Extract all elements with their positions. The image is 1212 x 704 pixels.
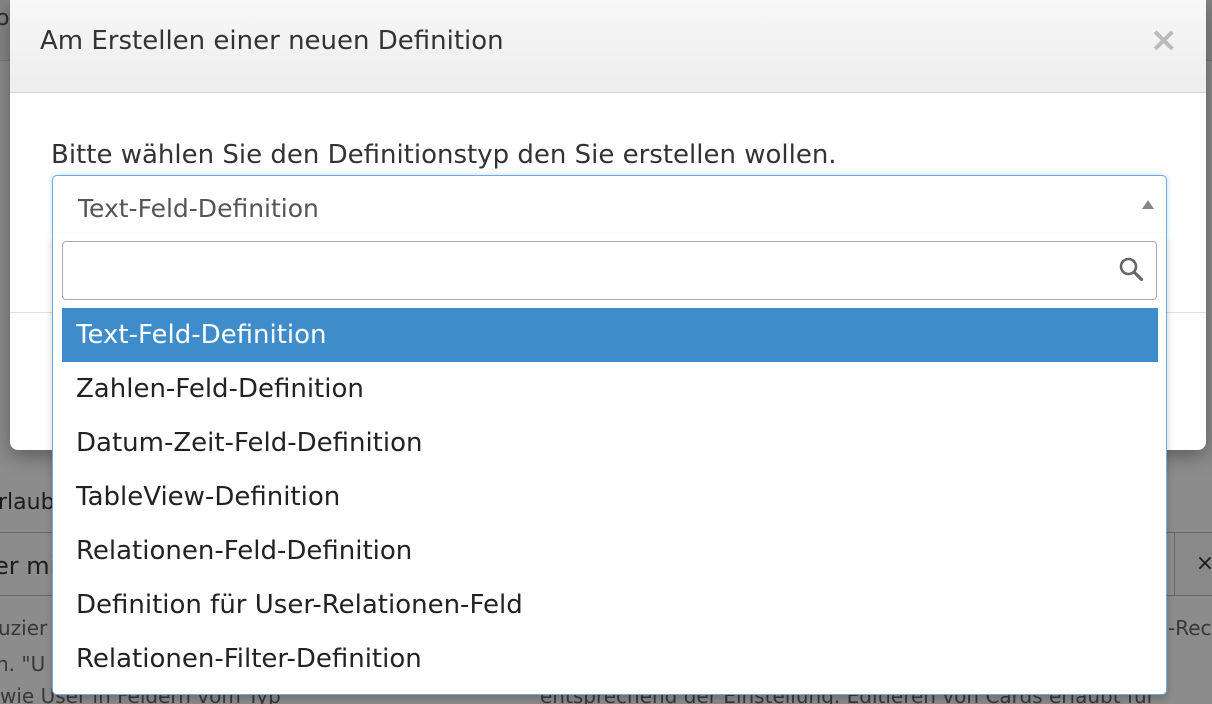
modal-prompt: Bitte wählen Sie den Definitionstyp den … bbox=[51, 140, 837, 170]
search-input[interactable] bbox=[63, 242, 1103, 297]
select-option[interactable]: TableView-Definition bbox=[62, 470, 1158, 524]
search-icon bbox=[1119, 257, 1144, 282]
select-option[interactable]: Zahlen-Feld-Definition bbox=[62, 362, 1158, 416]
close-icon[interactable]: × bbox=[1150, 20, 1179, 60]
caret-up-icon bbox=[1142, 200, 1154, 209]
options-list: Text-Feld-Definition Zahlen-Feld-Definiti… bbox=[62, 308, 1158, 686]
select-option[interactable]: Relationen-Feld-Definition bbox=[62, 524, 1158, 578]
select-current-value: Text-Feld-Definition bbox=[78, 194, 319, 223]
select-dropdown: Text-Feld-Definition Zahlen-Feld-Definiti… bbox=[52, 233, 1167, 695]
select-option[interactable]: Datum-Zeit-Feld-Definition bbox=[62, 416, 1158, 470]
select-option[interactable]: Definition für User-Relationen-Feld bbox=[62, 578, 1158, 632]
search-field bbox=[62, 241, 1157, 300]
select-option[interactable]: Relationen-Filter-Definition bbox=[62, 632, 1158, 686]
definition-type-select[interactable]: Text-Feld-Definition bbox=[52, 175, 1167, 234]
modal-title: Am Erstellen einer neuen Definition bbox=[40, 26, 504, 56]
select-option[interactable]: Text-Feld-Definition bbox=[62, 308, 1158, 362]
modal-header: Am Erstellen einer neuen Definition × bbox=[10, 0, 1206, 93]
screen: o rlaub er mit × uzier n. "U wie User in… bbox=[0, 0, 1212, 704]
